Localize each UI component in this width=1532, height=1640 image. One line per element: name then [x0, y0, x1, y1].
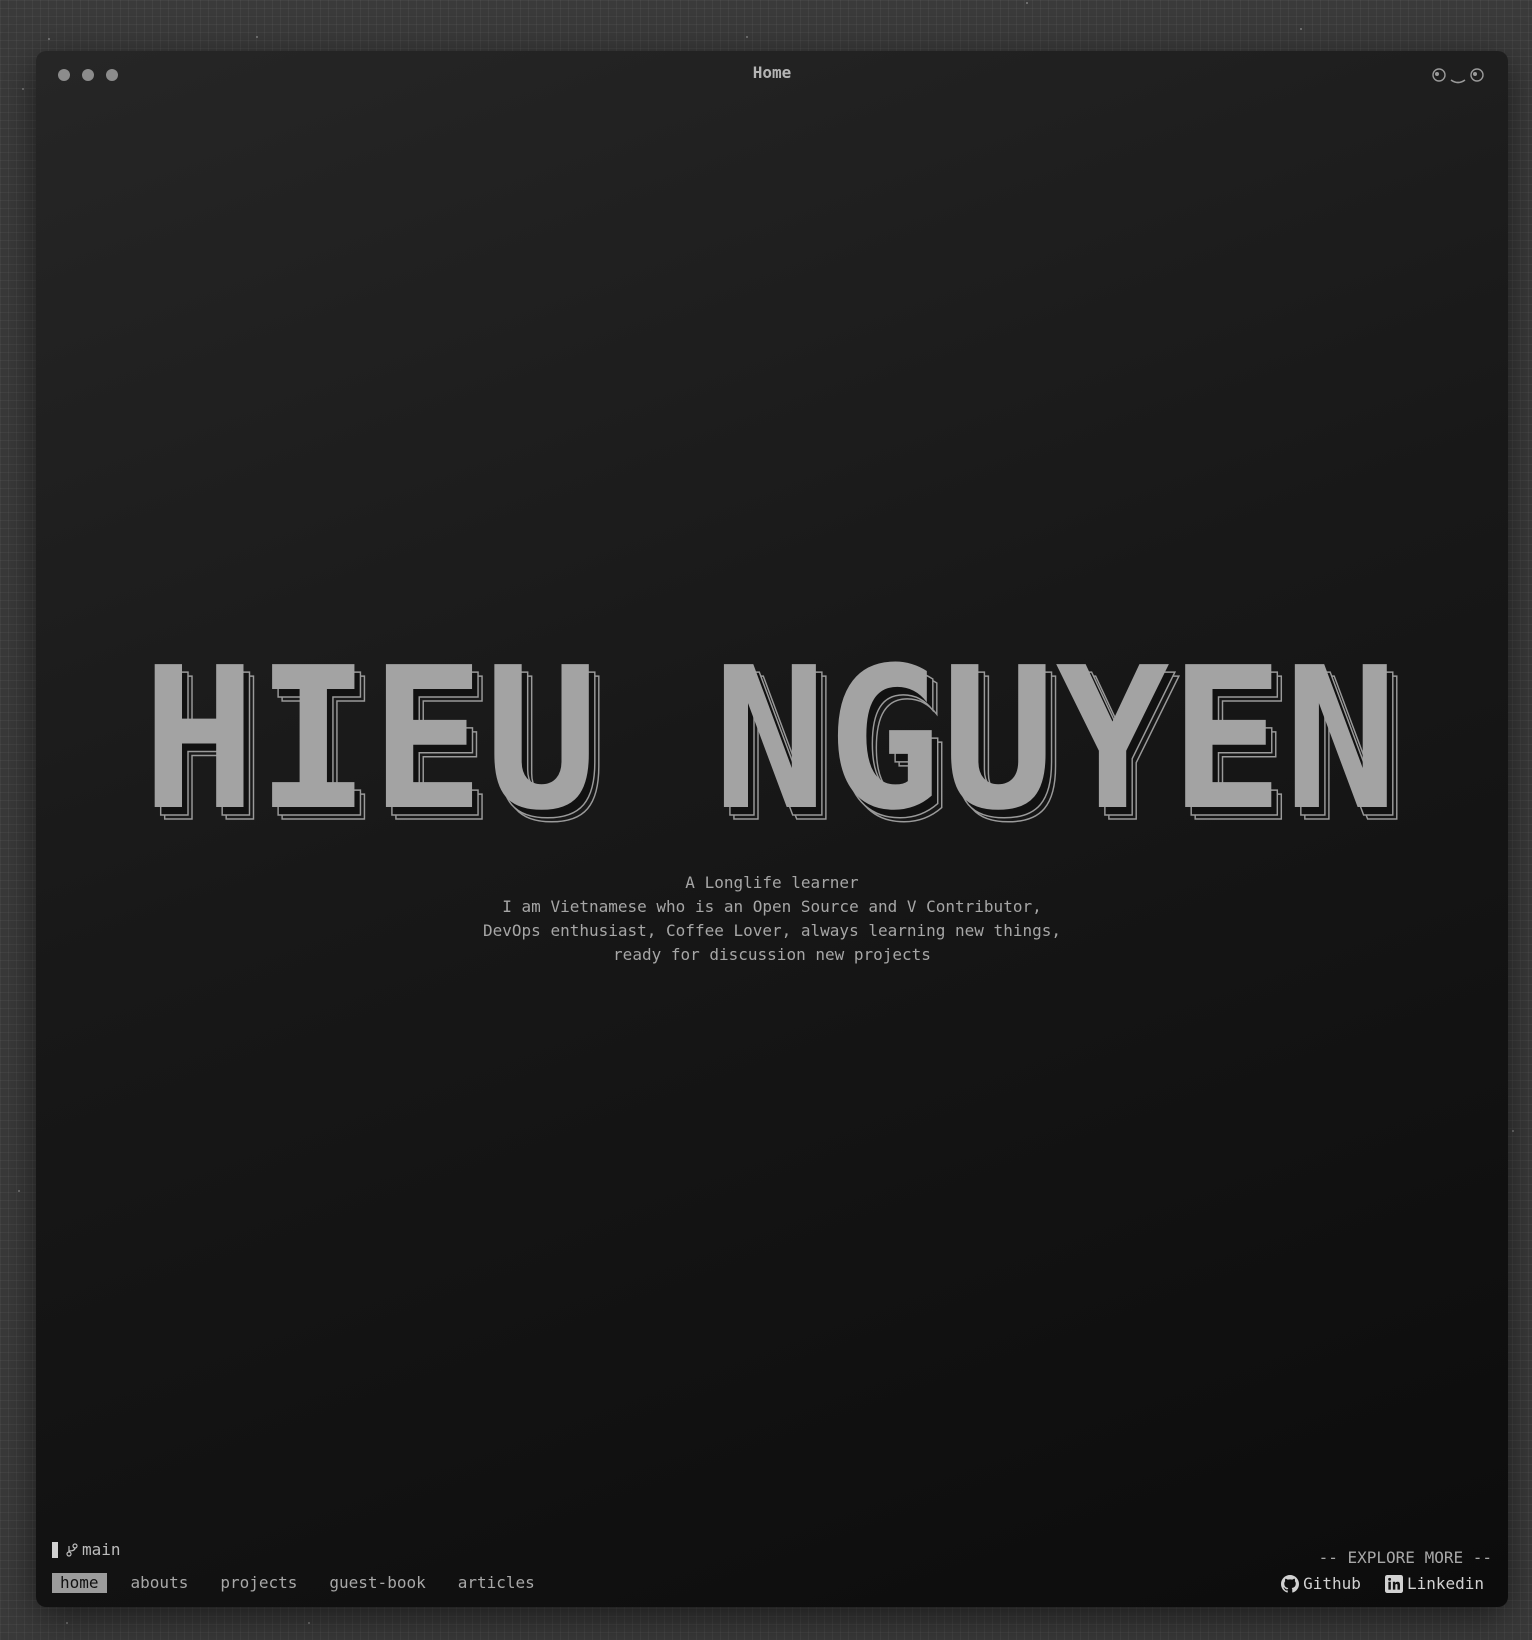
github-label: Github [1303, 1574, 1361, 1593]
cursor-block [52, 1541, 58, 1558]
tagline: A Longlife learner I am Vietnamese who i… [36, 871, 1508, 967]
hero-name: HIEU NGUYEN HIEU NGUYEN HIEU NGUYEN [142, 661, 1409, 831]
app-window: Home HIEU NGUYEN HIEU NGUYEN HIEU NGUYEN… [36, 51, 1508, 1607]
tagline-line-3: DevOps enthusiast, Coffee Lover, always … [483, 921, 1061, 940]
git-branch-icon [66, 1542, 78, 1557]
github-icon [1281, 1574, 1300, 1593]
window-title: Home [752, 63, 792, 82]
branch-name: main [82, 1540, 121, 1559]
social-links: Github Linkedin [1281, 1574, 1484, 1593]
title-bar: Home [36, 51, 1508, 99]
linkedin-link[interactable]: Linkedin [1384, 1574, 1484, 1593]
hero-banner: HIEU NGUYEN HIEU NGUYEN HIEU NGUYEN [36, 661, 1508, 831]
git-branch: main [66, 1540, 121, 1559]
nav-home[interactable]: home [52, 1573, 107, 1593]
nav-abouts[interactable]: abouts [123, 1573, 197, 1593]
tagline-line-2: I am Vietnamese who is an Open Source an… [502, 897, 1042, 916]
github-link[interactable]: Github [1281, 1574, 1361, 1593]
nav-articles[interactable]: articles [450, 1573, 543, 1593]
linkedin-label: Linkedin [1406, 1574, 1484, 1593]
main-nav: home abouts projects guest-book articles [52, 1573, 543, 1593]
face-icon [1432, 68, 1484, 84]
nav-guest-book[interactable]: guest-book [321, 1573, 433, 1593]
nav-projects[interactable]: projects [212, 1573, 305, 1593]
tagline-line-4: ready for discussion new projects [613, 945, 931, 964]
tagline-line-1: A Longlife learner [685, 873, 859, 892]
explore-more-label: -- EXPLORE MORE -- [1318, 1548, 1492, 1567]
status-line: main [52, 1540, 121, 1559]
hero-name-fill: HIEU NGUYEN [142, 661, 1398, 831]
linkedin-icon [1384, 1574, 1403, 1593]
